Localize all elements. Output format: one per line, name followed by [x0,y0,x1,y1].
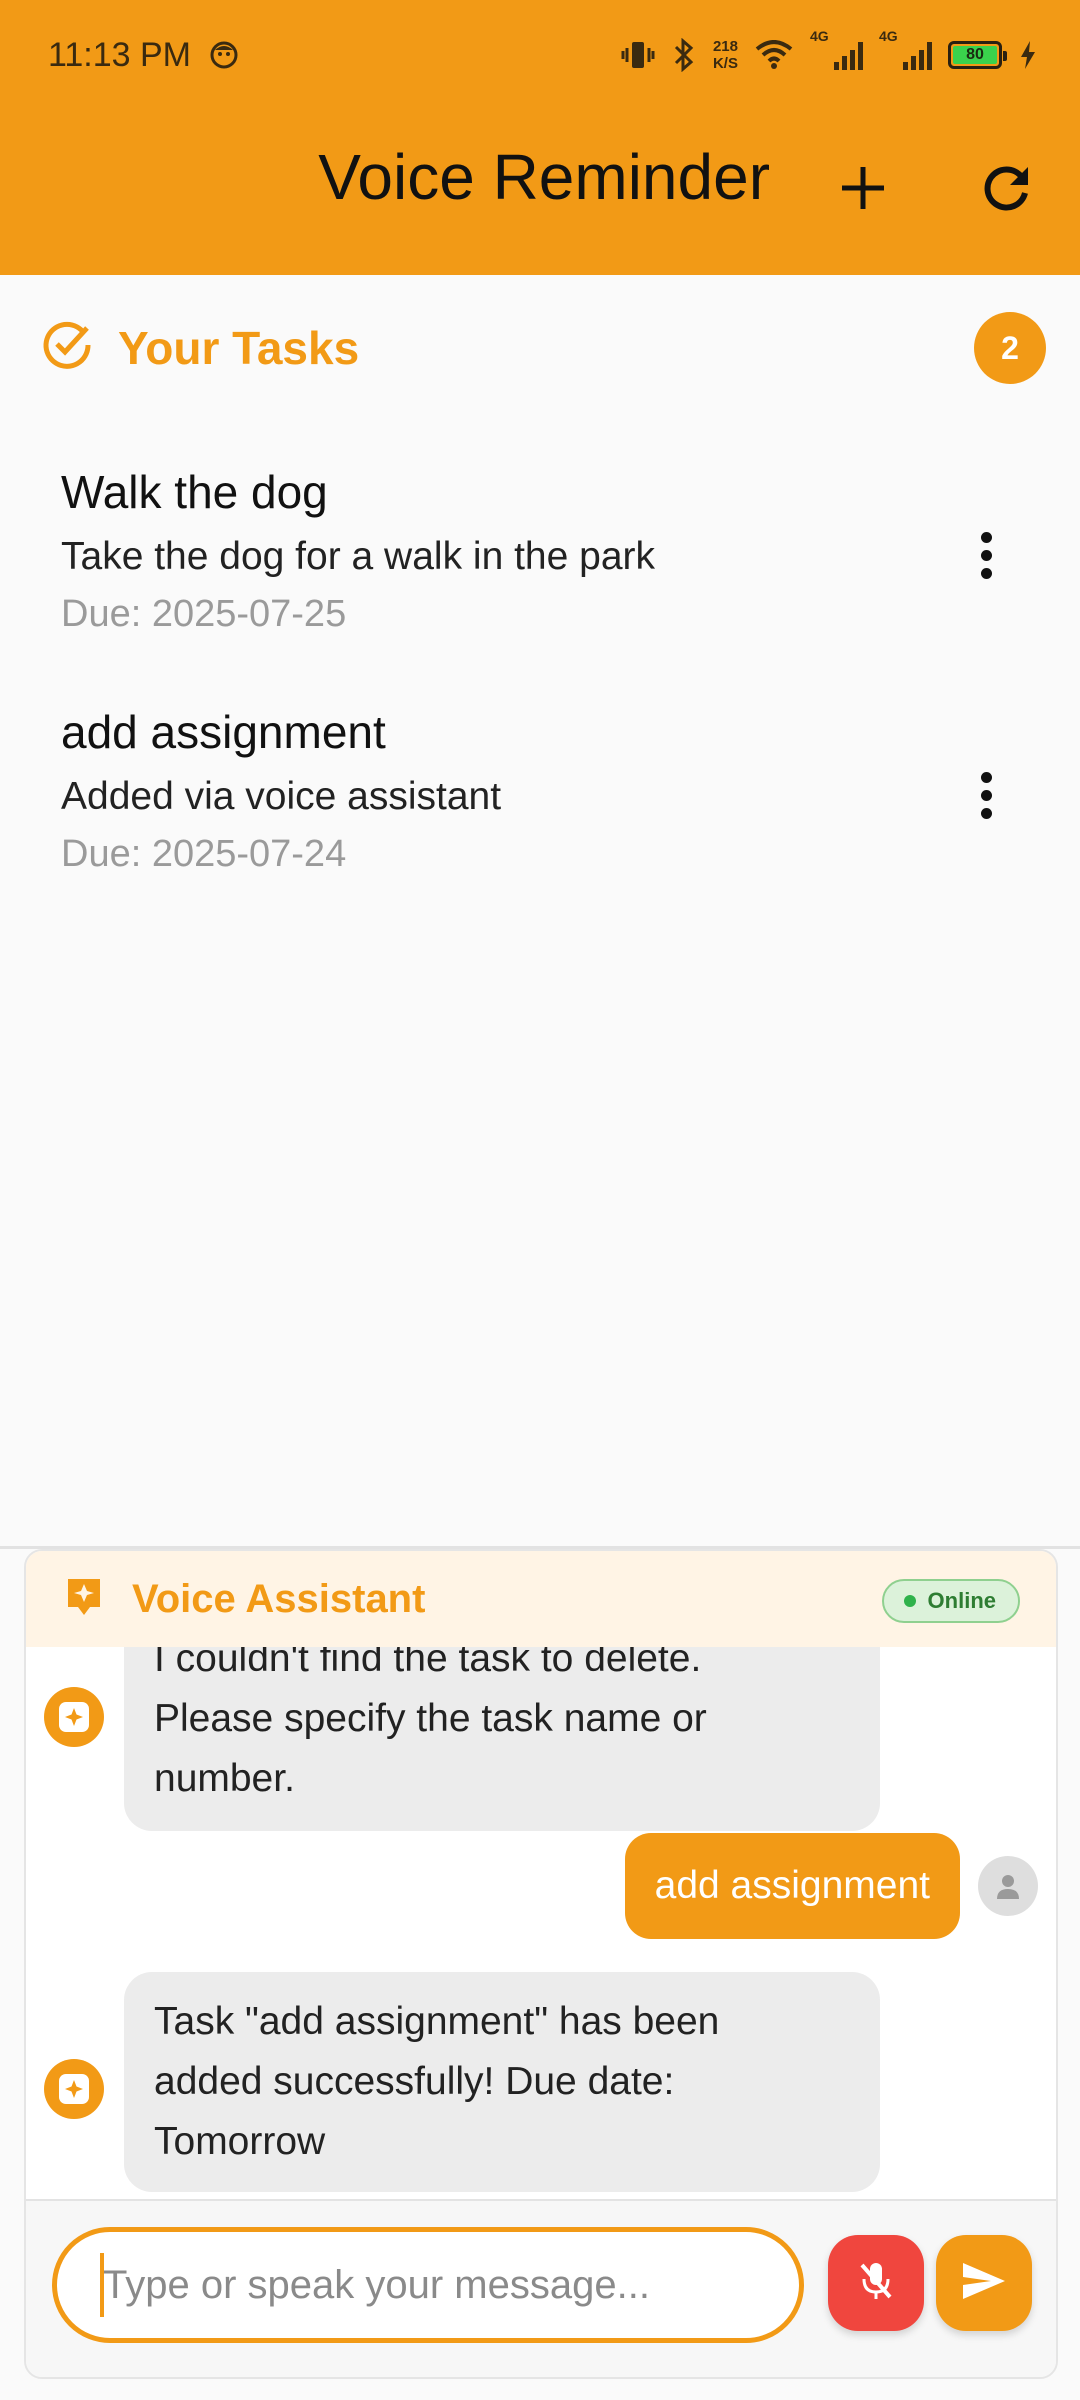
send-button[interactable] [936,2235,1032,2331]
bot-message: Task "add assignment" has been added suc… [124,1972,880,2192]
task-item[interactable]: add assignment Added via voice assistant… [61,705,1021,876]
task-count-badge: 2 [974,312,1046,384]
add-task-button[interactable] [823,150,903,230]
assistant-icon [64,1575,104,1624]
app-bar: 11:13 PM 218 K/S 4G 4G 80 Voice Reminder [0,0,1080,275]
battery-level: 80 [953,46,997,64]
plus-icon [838,163,888,218]
online-dot-icon [903,1595,916,1607]
task-description: Added via voice assistant [61,775,502,818]
bluetooth-icon [671,38,697,72]
voice-assistant-panel: Voice Assistant Online I couldn't find t… [24,1549,1058,2379]
battery-icon: 80 [948,41,1007,69]
text-caret [100,2253,104,2317]
message-input[interactable] [52,2227,804,2343]
assistant-header: Voice Assistant Online [26,1551,1056,1647]
task-title: add assignment [61,706,386,758]
network-speed: 218 K/S [712,38,738,72]
cell-signal-2-icon: 4G [879,28,932,70]
bot-message: I couldn't find the task to delete. Plea… [124,1647,880,1831]
task-due-date: Due: 2025-07-25 [61,593,347,635]
vibrate-icon [621,39,655,71]
task-item[interactable]: Walk the dog Take the dog for a walk in … [61,465,1021,636]
chat-messages[interactable]: I couldn't find the task to delete. Plea… [26,1647,1056,2202]
mic-button[interactable] [828,2235,924,2331]
task-due-date: Due: 2025-07-24 [61,833,347,875]
check-circle-icon [40,318,94,377]
notification-face-icon [209,40,239,70]
app-title: Voice Reminder [318,141,770,213]
task-title: Walk the dog [61,466,328,518]
cell-signal-1-icon: 4G [810,28,863,70]
tasks-header: Your Tasks [40,318,359,377]
send-icon [961,2261,1007,2306]
charging-icon [1018,39,1038,71]
user-message: add assignment [624,1833,960,1939]
bot-avatar [44,1687,104,1747]
status-time: 11:13 PM [48,35,192,74]
person-icon [997,1875,1019,1899]
status-bar: 11:13 PM 218 K/S 4G 4G 80 [0,0,1080,110]
refresh-button[interactable] [967,150,1047,230]
online-status-badge: Online [881,1579,1020,1623]
task-menu-button[interactable] [951,510,1021,600]
assistant-title: Voice Assistant [132,1576,426,1621]
user-avatar [978,1856,1038,1916]
wifi-icon [754,40,794,70]
refresh-icon [980,161,1034,220]
bot-avatar [44,2059,104,2119]
mic-off-icon [856,2259,896,2308]
task-description: Take the dog for a walk in the park [61,535,656,578]
task-menu-button[interactable] [951,750,1021,840]
message-input-area [26,2199,1056,2377]
tasks-title: Your Tasks [118,321,360,374]
